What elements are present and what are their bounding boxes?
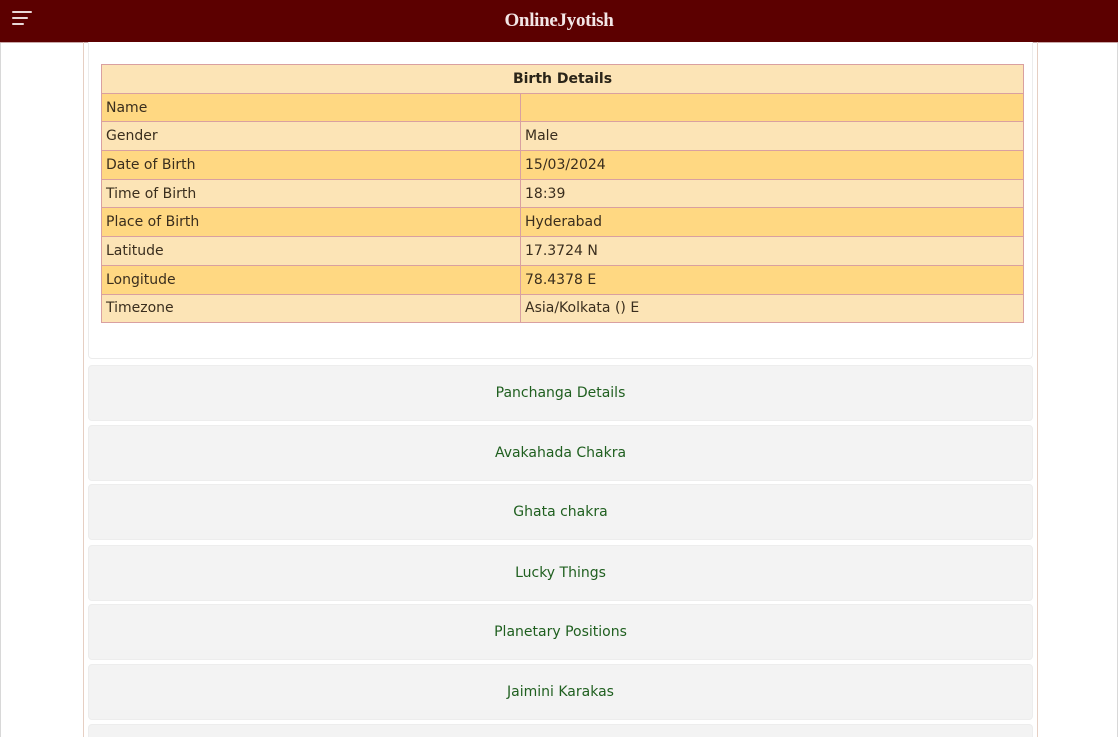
row-label: Name [101,92,521,123]
table-row: Gender Male [101,121,1024,152]
table-row: Time of Birth 18:39 [101,178,1024,209]
birth-details-table: Birth Details Name Gender Male Date of B… [101,64,1024,324]
jaimini-karakas-section[interactable]: Jaimini Karakas [88,664,1033,720]
main-content: Birth Details Name Gender Male Date of B… [83,42,1038,737]
row-label: Date of Birth [101,150,521,180]
row-label: Place of Birth [101,207,521,238]
top-navbar: OnlineJyotish [0,0,1118,43]
row-label: Time of Birth [101,178,521,209]
planetary-positions-section[interactable]: Planetary Positions [88,604,1033,660]
birth-details-card: Birth Details Name Gender Male Date of B… [88,42,1033,359]
row-value: Hyderabad [520,207,1024,238]
birth-details-title: Birth Details [101,64,1024,94]
table-row: Latitude 17.3724 N [101,236,1024,266]
next-section-partial[interactable] [88,724,1033,737]
table-row: Date of Birth 15/03/2024 [101,150,1024,180]
table-row: Place of Birth Hyderabad [101,207,1024,238]
row-label: Timezone [101,293,521,324]
row-value: 17.3724 N [520,236,1024,266]
lucky-things-section[interactable]: Lucky Things [88,545,1033,601]
table-header-row: Birth Details [101,64,1024,94]
row-value: 15/03/2024 [520,150,1024,180]
row-value: 18:39 [520,178,1024,209]
row-value [520,92,1024,123]
row-value: 78.4378 E [520,264,1024,295]
table-row: Timezone Asia/Kolkata () E [101,293,1024,324]
row-label: Longitude [101,264,521,295]
panchanga-details-section[interactable]: Panchanga Details [88,365,1033,421]
row-value: Asia/Kolkata () E [520,293,1024,324]
avakahada-chakra-section[interactable]: Avakahada Chakra [88,425,1033,481]
ghata-chakra-section[interactable]: Ghata chakra [88,484,1033,540]
table-row: Longitude 78.4378 E [101,264,1024,295]
site-brand[interactable]: OnlineJyotish [0,0,1118,42]
row-value: Male [520,121,1024,152]
row-label: Gender [101,121,521,152]
row-label: Latitude [101,236,521,266]
table-row: Name [101,92,1024,123]
